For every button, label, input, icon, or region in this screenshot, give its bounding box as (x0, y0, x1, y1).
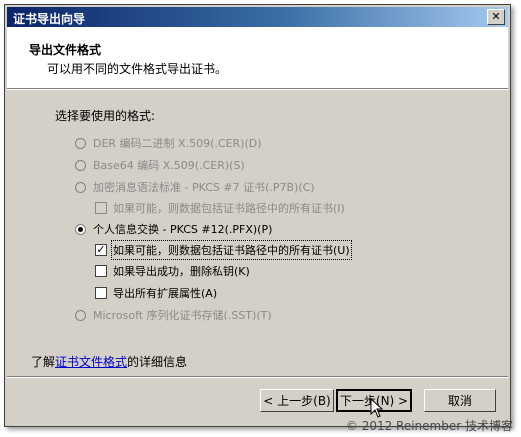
back-button[interactable]: < 上一步(B) (260, 389, 334, 412)
radio-sst-indicator[interactable] (75, 309, 86, 321)
page-title: 导出文件格式 (29, 43, 102, 57)
close-button[interactable]: ✕ (487, 9, 505, 25)
checkbox-delete-private-key-box[interactable] (95, 265, 107, 277)
checkbox-pkcs12-include-all[interactable]: ✓ 如果可能，则数据包括证书路径中的所有证书(U) (95, 240, 352, 260)
radio-der-label: DER 编码二进制 X.509(.CER)(D) (93, 137, 262, 150)
checkbox-export-extended-properties-box[interactable] (95, 287, 107, 299)
more-info-text: 了解证书文件格式的详细信息 (31, 353, 187, 370)
title-bar[interactable]: 证书导出向导 ✕ (7, 7, 508, 27)
radio-base64[interactable]: Base64 编码 X.509(.CER)(S) (75, 157, 245, 173)
mouse-pointer-icon (370, 398, 384, 418)
radio-pkcs12-label: 个人信息交换 - PKCS #12(.PFX)(P) (93, 223, 273, 236)
radio-pkcs7[interactable]: 加密消息语法标准 - PKCS #7 证书(.P7B)(C) (75, 179, 315, 195)
checkbox-pkcs7-include-all-label: 如果可能，则数据包括证书路径中的所有证书(I) (113, 202, 345, 215)
checkbox-pkcs12-include-all-label: 如果可能，则数据包括证书路径中的所有证书(U) (111, 240, 352, 260)
checkbox-pkcs7-include-all-box[interactable] (95, 202, 107, 214)
checkbox-delete-private-key-label: 如果导出成功，删除私钥(K) (113, 265, 250, 278)
watermark: © 2012 Reinember 技术博客 (345, 419, 513, 433)
radio-sst[interactable]: Microsoft 序列化证书存储(.SST)(T) (75, 307, 272, 323)
wizard-body: 选择要使用的格式: DER 编码二进制 X.509(.CER)(D) Base6… (7, 90, 508, 376)
radio-base64-indicator[interactable] (75, 159, 86, 171)
cancel-button-label: 取消 (447, 394, 472, 408)
radio-pkcs12-indicator[interactable] (75, 223, 86, 235)
radio-pkcs7-label: 加密消息语法标准 - PKCS #7 证书(.P7B)(C) (93, 181, 315, 194)
checkbox-pkcs7-include-all[interactable]: 如果可能，则数据包括证书路径中的所有证书(I) (95, 200, 345, 216)
more-info-suffix: 的详细信息 (127, 355, 188, 369)
close-icon: ✕ (491, 10, 501, 23)
checkbox-export-extended-properties-label: 导出所有扩展属性(A) (113, 287, 218, 300)
cert-formats-link[interactable]: 证书文件格式 (55, 355, 127, 369)
format-prompt: 选择要使用的格式: (55, 109, 156, 123)
window-title: 证书导出向导 (13, 12, 86, 26)
radio-pkcs12[interactable]: 个人信息交换 - PKCS #12(.PFX)(P) (75, 221, 272, 237)
back-button-label: < 上一步(B) (263, 394, 331, 408)
footer-divider (7, 376, 508, 378)
page-subtitle: 可以用不同的文件格式导出证书。 (47, 62, 228, 76)
wizard-window: 证书导出向导 ✕ 导出文件格式 可以用不同的文件格式导出证书。 选择要使用的格式… (4, 4, 511, 427)
radio-pkcs7-indicator[interactable] (75, 181, 86, 193)
checkbox-pkcs12-include-all-box[interactable]: ✓ (95, 244, 107, 256)
checkmark-icon: ✓ (96, 243, 106, 256)
radio-base64-label: Base64 编码 X.509(.CER)(S) (93, 159, 245, 172)
wizard-header: 导出文件格式 可以用不同的文件格式导出证书。 (7, 27, 508, 88)
radio-der-indicator[interactable] (75, 137, 86, 149)
radio-sst-label: Microsoft 序列化证书存储(.SST)(T) (93, 309, 272, 322)
checkbox-delete-private-key[interactable]: 如果导出成功，删除私钥(K) (95, 263, 250, 279)
cancel-button[interactable]: 取消 (424, 389, 496, 412)
checkbox-export-extended-properties[interactable]: 导出所有扩展属性(A) (95, 285, 217, 301)
radio-der[interactable]: DER 编码二进制 X.509(.CER)(D) (75, 135, 262, 151)
more-info-prefix: 了解 (31, 355, 56, 369)
